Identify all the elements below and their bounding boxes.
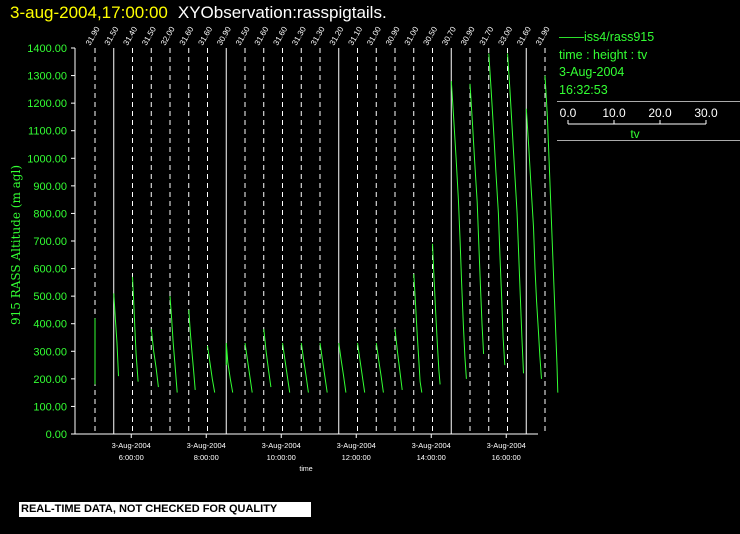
y-tick-label: 200.00 bbox=[33, 374, 67, 386]
rass-trace bbox=[169, 296, 178, 393]
legend-scale-tick-label: 20.0 bbox=[648, 106, 672, 120]
rass-trace bbox=[188, 309, 196, 390]
rass-trace bbox=[413, 274, 423, 393]
rass-trace bbox=[113, 293, 119, 377]
profile-value-label: 31.60 bbox=[271, 25, 289, 47]
rass-trace bbox=[150, 329, 159, 388]
profile-value-label: 30.90 bbox=[215, 25, 233, 47]
legend-scale-tick-label: 10.0 bbox=[602, 106, 626, 120]
rass-trace bbox=[544, 75, 559, 393]
y-axis-label: 915 RASS Altitude (m agl) bbox=[9, 165, 23, 325]
legend-rule bbox=[557, 140, 740, 141]
y-tick-label: 300.00 bbox=[33, 346, 67, 358]
profile-value-label: 31.40 bbox=[121, 25, 139, 47]
x-axis-label: time bbox=[299, 466, 312, 473]
quality-disclaimer: REAL-TIME DATA, NOT CHECKED FOR QUALITY bbox=[19, 502, 311, 517]
rass-trace bbox=[469, 83, 485, 355]
profile-value-label: 31.60 bbox=[253, 25, 271, 47]
x-tick-date-label: 3-Aug-2004 bbox=[187, 441, 226, 450]
y-tick-label: 100.00 bbox=[33, 401, 67, 413]
x-tick-date-label: 3-Aug-2004 bbox=[337, 441, 376, 450]
rass-trace bbox=[507, 53, 524, 374]
y-tick-label: 900.00 bbox=[33, 181, 67, 193]
y-tick-label: 0.00 bbox=[46, 429, 67, 441]
profile-value-label: 30.70 bbox=[440, 25, 458, 47]
rass-trace bbox=[450, 81, 467, 379]
profile-value-label: 30.50 bbox=[421, 25, 439, 47]
rass-trace bbox=[244, 342, 253, 393]
legend-type: time : height : tv bbox=[559, 47, 648, 62]
legend-time: 16:32:53 bbox=[559, 82, 608, 97]
profile-value-label: 31.50 bbox=[140, 25, 158, 47]
legend-panel: ——iss4/rass915 time : height : tv 3-Aug-… bbox=[557, 29, 740, 141]
rass-trace bbox=[488, 53, 506, 366]
x-tick-time-label: 14:00:00 bbox=[417, 453, 446, 462]
x-tick-date-label: 3-Aug-2004 bbox=[412, 441, 451, 450]
legend-scale-tick-label: 0.0 bbox=[560, 106, 577, 120]
rass-trace bbox=[132, 276, 139, 382]
profile-value-label: 32.00 bbox=[159, 25, 177, 47]
x-tick-date-label: 3-Aug-2004 bbox=[262, 441, 301, 450]
rass-trace bbox=[525, 108, 542, 379]
profile-value-label: 31.00 bbox=[403, 25, 421, 47]
rass-trace bbox=[207, 345, 216, 393]
profile-value-label: 31.30 bbox=[290, 25, 308, 47]
rass-trace bbox=[282, 342, 291, 393]
profile-value-label: 33.00 bbox=[496, 25, 514, 47]
rass-trace bbox=[375, 342, 384, 393]
x-tick-time-label: 6:00:00 bbox=[119, 453, 144, 462]
rass-trace bbox=[300, 342, 309, 393]
rass-trace bbox=[263, 329, 272, 388]
rass-trace bbox=[394, 329, 403, 390]
y-tick-label: 800.00 bbox=[33, 208, 67, 220]
x-tick-time-label: 10:00:00 bbox=[267, 453, 296, 462]
profile-value-label: 31.60 bbox=[515, 25, 533, 47]
x-tick-time-label: 16:00:00 bbox=[492, 453, 521, 462]
x-tick-time-label: 8:00:00 bbox=[194, 453, 219, 462]
profile-value-label: 31.90 bbox=[84, 25, 102, 47]
legend-date: 3-Aug-2004 bbox=[559, 65, 625, 79]
y-tick-label: 400.00 bbox=[33, 319, 67, 331]
profile-value-label: 31.60 bbox=[178, 25, 196, 47]
legend-line-swatch: —— bbox=[559, 30, 584, 44]
y-tick-label: 1100.00 bbox=[28, 126, 67, 138]
legend-scale: 0.0 10.0 20.0 30.0 tv bbox=[560, 106, 718, 141]
profile-value-label: 31.90 bbox=[534, 25, 552, 47]
y-tick-label: 700.00 bbox=[33, 236, 67, 248]
profile-value-label: 31.30 bbox=[309, 25, 327, 47]
y-tick-label: 1400.00 bbox=[27, 43, 67, 55]
rass-trace bbox=[432, 243, 441, 385]
x-tick-time-label: 12:00:00 bbox=[342, 453, 371, 462]
legend-rule bbox=[557, 101, 740, 102]
x-tick-date-label: 3-Aug-2004 bbox=[487, 441, 526, 450]
profile-value-label: 31.10 bbox=[346, 25, 364, 47]
profile-value-label: 31.00 bbox=[365, 25, 383, 47]
rass-trace bbox=[357, 342, 366, 393]
y-tick-label: 1300.00 bbox=[27, 71, 67, 83]
rass-trace bbox=[338, 342, 347, 393]
profile-value-label: 31.50 bbox=[103, 25, 121, 47]
profile-value-label: 31.60 bbox=[196, 25, 214, 47]
y-tick-label: 600.00 bbox=[33, 264, 67, 276]
x-tick-date-label: 3-Aug-2004 bbox=[112, 441, 151, 450]
legend-scale-tick-label: 30.0 bbox=[694, 106, 718, 120]
legend-scale-label: tv bbox=[630, 127, 639, 141]
profile-value-label: 31.20 bbox=[328, 25, 346, 47]
y-tick-label: 1000.00 bbox=[27, 153, 67, 165]
legend-series-label: iss4/rass915 bbox=[584, 30, 655, 44]
y-tick-label: 500.00 bbox=[33, 291, 67, 303]
legend-series: ——iss4/rass915 bbox=[557, 29, 740, 47]
profile-value-label: 30.90 bbox=[459, 25, 477, 47]
profile-value-label: 31.50 bbox=[234, 25, 252, 47]
y-tick-label: 1200.00 bbox=[27, 98, 67, 110]
profile-value-label: 31.70 bbox=[478, 25, 496, 47]
rass-trace bbox=[319, 342, 328, 393]
rass-trace bbox=[225, 342, 234, 393]
profile-value-label: 30.90 bbox=[384, 25, 402, 47]
